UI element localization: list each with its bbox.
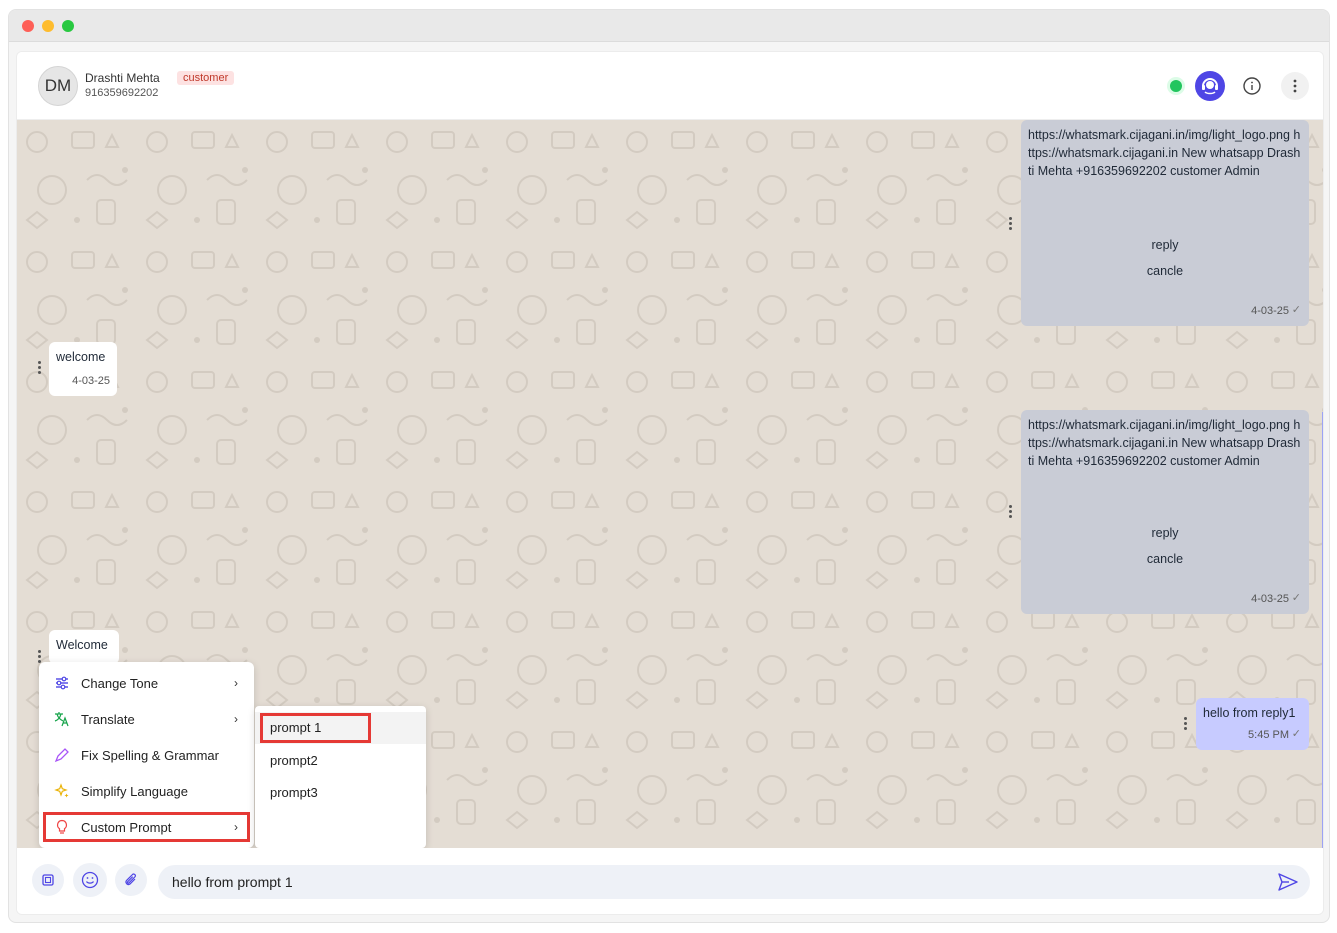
menu-item-label: Simplify Language <box>81 783 188 799</box>
message-time: 4-03-25 <box>1251 593 1289 605</box>
message-bubble-outgoing[interactable]: https://whatsmark.cijagani.in/img/light_… <box>1021 120 1309 326</box>
reply-button[interactable]: reply <box>1021 524 1309 542</box>
chevron-right-icon: › <box>234 820 238 834</box>
menu-item-fix-spelling[interactable]: Fix Spelling & Grammar <box>43 740 250 770</box>
contact-phone: 916359692202 <box>85 87 159 99</box>
menu-item-label: Fix Spelling & Grammar <box>81 747 219 763</box>
menu-item-change-tone[interactable]: Change Tone › <box>43 668 250 698</box>
message-composer <box>17 848 1323 914</box>
message-bubble-outgoing[interactable]: hello from reply1 5:45 PM ✓ <box>1196 698 1309 750</box>
chip-icon <box>42 874 54 886</box>
submenu-item-label: prompt2 <box>270 753 318 768</box>
submenu-item-label: prompt3 <box>270 785 318 800</box>
ai-assist-button[interactable] <box>32 864 64 896</box>
custom-prompt-submenu: prompt 1 prompt2 prompt3 <box>255 706 426 848</box>
browser-window: DM Drashti Mehta 916359692202 customer h… <box>8 9 1330 923</box>
cancle-button[interactable]: cancle <box>1021 550 1309 568</box>
sent-check-icon: ✓ <box>1291 592 1301 604</box>
contact-name: Drashti Mehta <box>85 71 160 85</box>
message-input[interactable] <box>158 865 1310 899</box>
message-menu-icon[interactable] <box>1007 505 1015 521</box>
minimize-window-button[interactable] <box>42 20 54 32</box>
cancle-button[interactable]: cancle <box>1021 262 1309 280</box>
chat-header: DM Drashti Mehta 916359692202 customer <box>17 52 1323 120</box>
menu-item-label: Custom Prompt <box>81 819 172 835</box>
close-window-button[interactable] <box>22 20 34 32</box>
chat-app: DM Drashti Mehta 916359692202 customer h… <box>16 51 1324 915</box>
sent-check-icon: ✓ <box>1291 304 1301 316</box>
message-text: Welcome <box>56 638 108 652</box>
avatar[interactable]: DM <box>38 66 78 106</box>
reply-button[interactable]: reply <box>1021 236 1309 254</box>
support-agent-icon[interactable] <box>1195 71 1225 101</box>
paperclip-icon <box>125 873 136 886</box>
message-bubble-outgoing[interactable]: https://whatsmark.cijagani.in/img/light_… <box>1021 410 1309 614</box>
customer-badge: customer <box>177 71 235 85</box>
chat-area[interactable]: https://whatsmark.cijagani.in/img/light_… <box>17 120 1323 848</box>
info-icon[interactable] <box>1238 72 1266 100</box>
message-text: welcome <box>56 350 106 364</box>
message-text: https://whatsmark.cijagani.in/img/light_… <box>1028 128 1301 178</box>
sparkles-icon <box>53 782 71 800</box>
menu-item-label: Change Tone <box>81 675 159 691</box>
send-icon[interactable] <box>1277 872 1301 894</box>
message-bubble-incoming[interactable]: Welcome <box>49 630 119 664</box>
title-bar <box>9 10 1329 42</box>
submenu-item-prompt3[interactable]: prompt3 <box>255 777 426 809</box>
message-time: 5:45 PM <box>1248 729 1289 741</box>
message-time: 4-03-25 <box>72 375 110 387</box>
ai-assist-menu: Change Tone › Translate › Fix Spelling &… <box>39 662 254 848</box>
chevron-right-icon: › <box>234 676 238 690</box>
message-text: https://whatsmark.cijagani.in/img/light_… <box>1028 418 1301 468</box>
message-menu-icon[interactable] <box>36 361 44 377</box>
emoji-button[interactable] <box>73 863 107 897</box>
maximize-window-button[interactable] <box>62 20 74 32</box>
emoji-icon <box>81 871 99 889</box>
scrollbar[interactable] <box>1322 412 1323 848</box>
sent-check-icon: ✓ <box>1291 728 1301 740</box>
chevron-right-icon: › <box>234 712 238 726</box>
online-status-icon <box>1162 72 1190 100</box>
menu-item-simplify-language[interactable]: Simplify Language <box>43 776 250 806</box>
lightbulb-icon <box>53 818 71 836</box>
translate-icon <box>53 710 71 728</box>
more-options-icon[interactable] <box>1281 72 1309 100</box>
highlight-box <box>260 713 371 743</box>
message-text: hello from reply1 <box>1203 706 1296 720</box>
message-time: 4-03-25 <box>1251 305 1289 317</box>
attach-button[interactable] <box>115 864 147 896</box>
menu-item-custom-prompt[interactable]: Custom Prompt › <box>43 812 250 842</box>
message-bubble-incoming[interactable]: welcome 4-03-25 <box>49 342 117 396</box>
menu-item-label: Translate <box>81 711 135 727</box>
message-menu-icon[interactable] <box>1007 217 1015 233</box>
pencil-icon <box>53 746 71 764</box>
menu-item-translate[interactable]: Translate › <box>43 704 250 734</box>
sliders-icon <box>53 674 71 692</box>
submenu-item-prompt2[interactable]: prompt2 <box>255 745 426 777</box>
message-menu-icon[interactable] <box>1182 717 1190 733</box>
submenu-item-prompt-1[interactable]: prompt 1 <box>255 712 426 744</box>
